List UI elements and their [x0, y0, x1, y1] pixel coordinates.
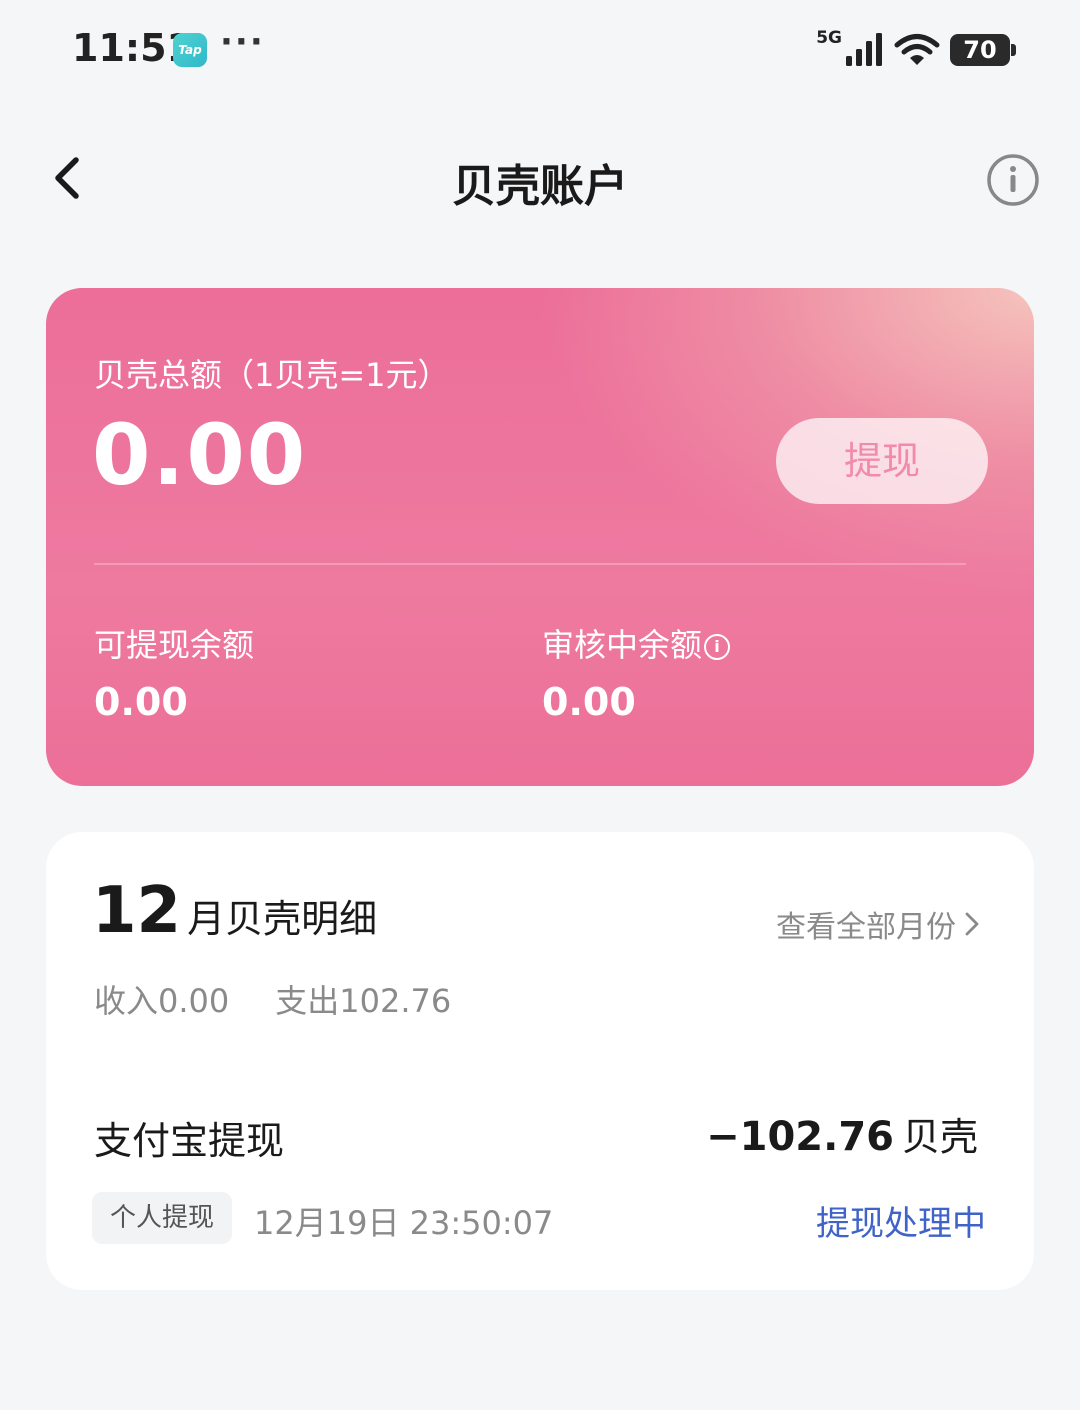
wifi-icon [894, 34, 940, 65]
reviewing-balance-label: 审核中余额 [542, 626, 703, 664]
balance-card: 贝壳总额（1贝壳=1元） 0.00 提现 可提现余额 0.00 审核中余额 i 0… [46, 288, 1034, 786]
more-notifications-icon: ··· [220, 22, 265, 62]
signal-icon [846, 33, 882, 66]
transaction-amount-value: −102.76 [706, 1114, 894, 1160]
withdrawable-balance-label: 可提现余额 [94, 626, 255, 664]
page-title: 贝壳账户 [452, 161, 628, 212]
status-indicators: 5G 70 [816, 28, 1016, 72]
total-balance-label: 贝壳总额（1贝壳=1元） [94, 356, 450, 394]
transaction-tag: 个人提现 [92, 1192, 233, 1244]
withdraw-button[interactable]: 提现 [776, 418, 988, 504]
transaction-amount: −102.76 贝壳 [706, 1106, 978, 1161]
month-title: 12 月贝壳明细 [92, 874, 377, 948]
network-type: 5G [816, 28, 842, 48]
reviewing-balance-value: 0.00 [542, 680, 636, 724]
month-summary: 收入0.00 支出102.76 [94, 976, 451, 1022]
transaction-time: 12月19日 23:50:07 [254, 1204, 554, 1242]
tap-app-icon: Tap [173, 33, 207, 67]
withdrawable-balance-value: 0.00 [94, 680, 188, 724]
battery-indicator: 70 [950, 34, 1016, 66]
chevron-right-icon [965, 912, 979, 936]
expense-summary: 支出102.76 [275, 982, 452, 1020]
transaction-amount-unit: 贝壳 [901, 1115, 978, 1159]
transaction-status: 提现处理中 [816, 1204, 986, 1244]
view-all-months-link[interactable]: 查看全部月份 [776, 902, 982, 946]
transaction-title: 支付宝提现 [94, 1119, 285, 1163]
reviewing-info-icon[interactable]: i [704, 634, 731, 660]
status-bar: 11:51 Tap ··· 5G 70 [0, 0, 1080, 100]
monthly-detail-card: 12 月贝壳明细 查看全部月份 收入0.00 支出102.76 支付宝提现 −10… [46, 832, 1034, 1290]
month-number: 12 [92, 874, 182, 948]
navigation-bar: 贝壳账户 [0, 130, 1080, 230]
income-summary: 收入0.00 [94, 982, 230, 1020]
view-all-months-label: 查看全部月份 [776, 910, 956, 945]
reviewing-balance-label-group: 审核中余额 i [542, 620, 731, 666]
card-divider [94, 563, 966, 565]
month-title-text: 月贝壳明细 [187, 897, 378, 941]
info-icon[interactable] [985, 152, 1041, 208]
total-balance-value: 0.00 [92, 406, 308, 504]
